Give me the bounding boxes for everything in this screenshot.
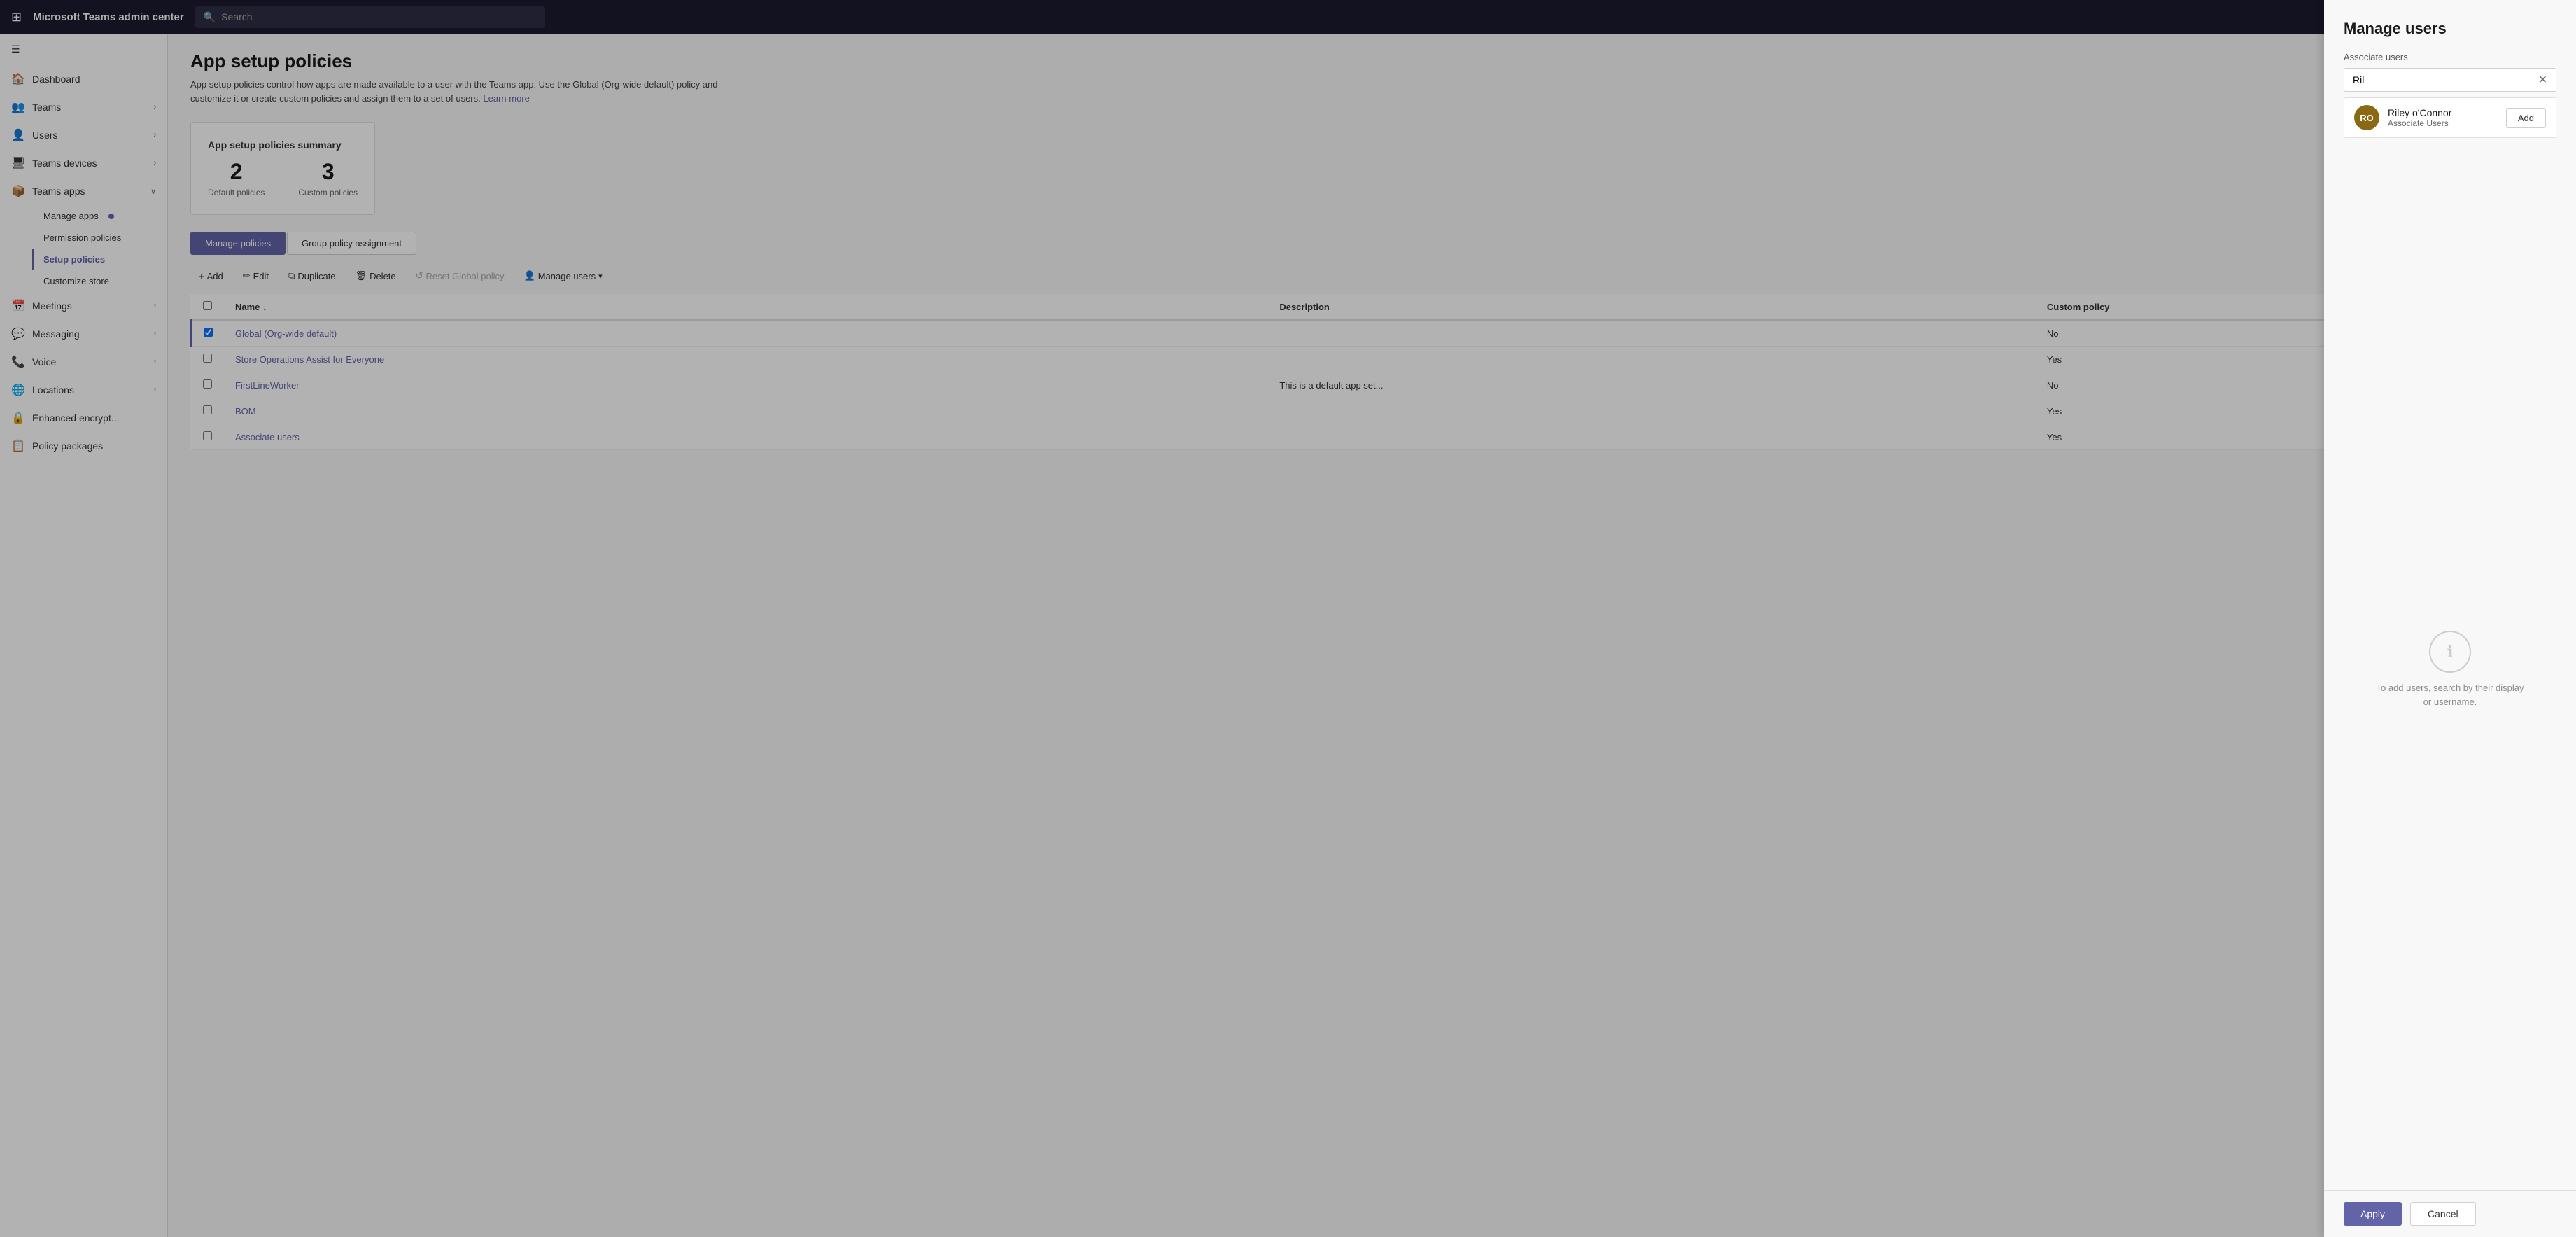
panel-header: Manage users Associate users ✕ RO Riley … [2324,0,2576,149]
panel-overlay[interactable] [0,0,2576,1237]
user-info: Riley o'Connor Associate Users [2388,107,2498,128]
empty-state-text: To add users, search by their display or… [2372,681,2528,708]
manage-users-panel: Manage users Associate users ✕ RO Riley … [2324,0,2576,1237]
info-icon: ℹ [2429,631,2471,673]
add-user-button[interactable]: Add [2506,108,2546,128]
user-name: Riley o'Connor [2388,107,2498,118]
panel-subtitle: Associate users [2344,52,2556,62]
panel-footer: Apply Cancel [2324,1190,2576,1237]
clear-search-icon[interactable]: ✕ [2535,70,2550,90]
panel-content: ℹ To add users, search by their display … [2324,149,2576,1190]
panel-search-row[interactable]: ✕ [2344,68,2556,92]
user-result: RO Riley o'Connor Associate Users Add [2344,97,2556,138]
panel-title: Manage users [2344,20,2556,38]
empty-state: ℹ To add users, search by their display … [2344,149,2556,1190]
user-role: Associate Users [2388,118,2498,128]
cancel-button[interactable]: Cancel [2410,1202,2476,1226]
panel-search-input[interactable] [2350,69,2533,91]
avatar: RO [2354,105,2379,130]
apply-button[interactable]: Apply [2344,1202,2402,1226]
